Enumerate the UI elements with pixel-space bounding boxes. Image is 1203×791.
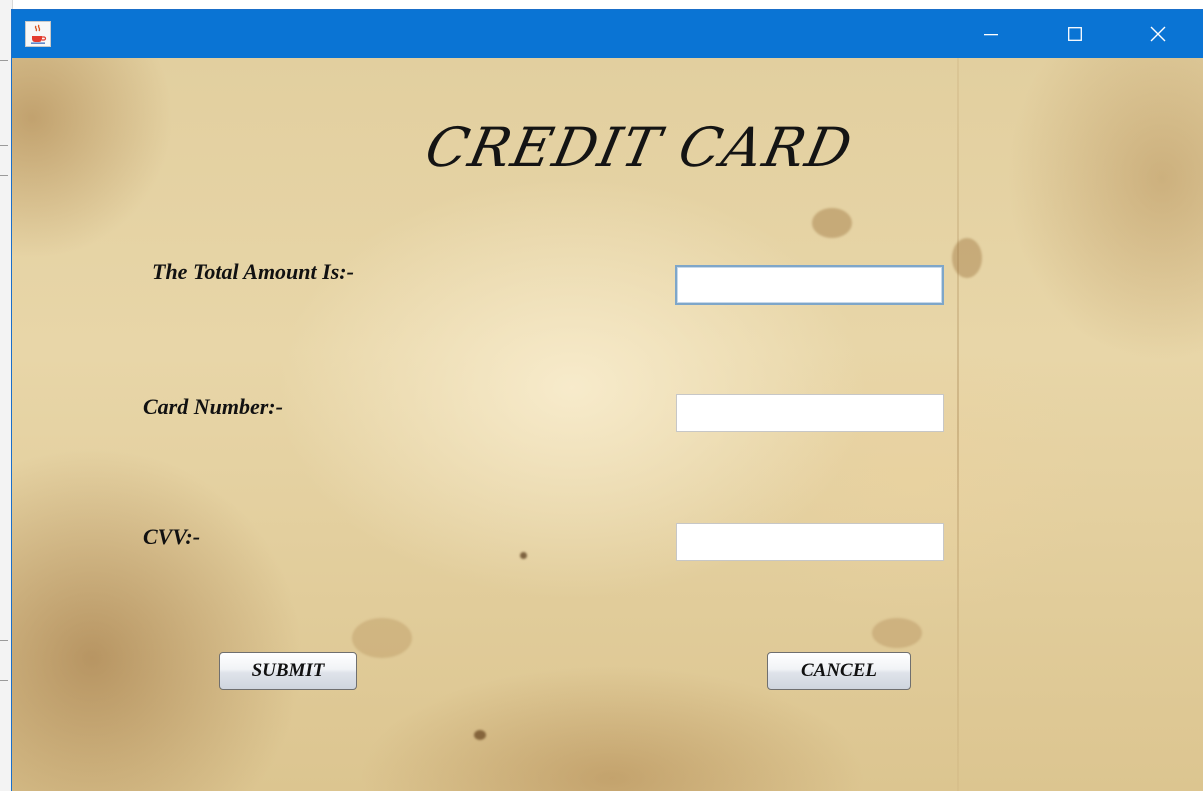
card-number-input[interactable] — [676, 394, 944, 432]
maximize-icon — [1068, 27, 1082, 41]
paper-stain — [952, 238, 982, 278]
card-number-label: Card Number:- — [143, 394, 283, 419]
cancel-button[interactable]: CANCEL — [767, 652, 911, 690]
screen: CREDIT CARD The Total Amount Is:- Card N… — [0, 0, 1203, 791]
close-icon — [1150, 26, 1166, 42]
paper-stain — [520, 552, 527, 559]
paper-stain — [352, 618, 412, 658]
minimize-button[interactable] — [962, 10, 1020, 58]
paper-stain — [812, 208, 852, 238]
total-amount-input[interactable] — [675, 265, 944, 305]
close-button[interactable] — [1129, 10, 1187, 58]
maximize-button[interactable] — [1046, 10, 1104, 58]
paper-stain — [474, 730, 486, 740]
java-coffee-cup-icon[interactable] — [25, 21, 51, 47]
minimize-icon — [984, 34, 998, 36]
window-titlebar[interactable] — [12, 10, 1203, 58]
total-amount-label: The Total Amount Is:- — [152, 259, 354, 284]
parchment-panel: CREDIT CARD The Total Amount Is:- Card N… — [12, 58, 1203, 791]
page-title: CREDIT CARD — [420, 116, 859, 179]
submit-button[interactable]: SUBMIT — [219, 652, 357, 690]
cvv-input[interactable] — [676, 523, 944, 561]
paper-stain — [872, 618, 922, 648]
cvv-label: CVV:- — [143, 524, 201, 549]
credit-card-window: CREDIT CARD The Total Amount Is:- Card N… — [12, 10, 1203, 791]
